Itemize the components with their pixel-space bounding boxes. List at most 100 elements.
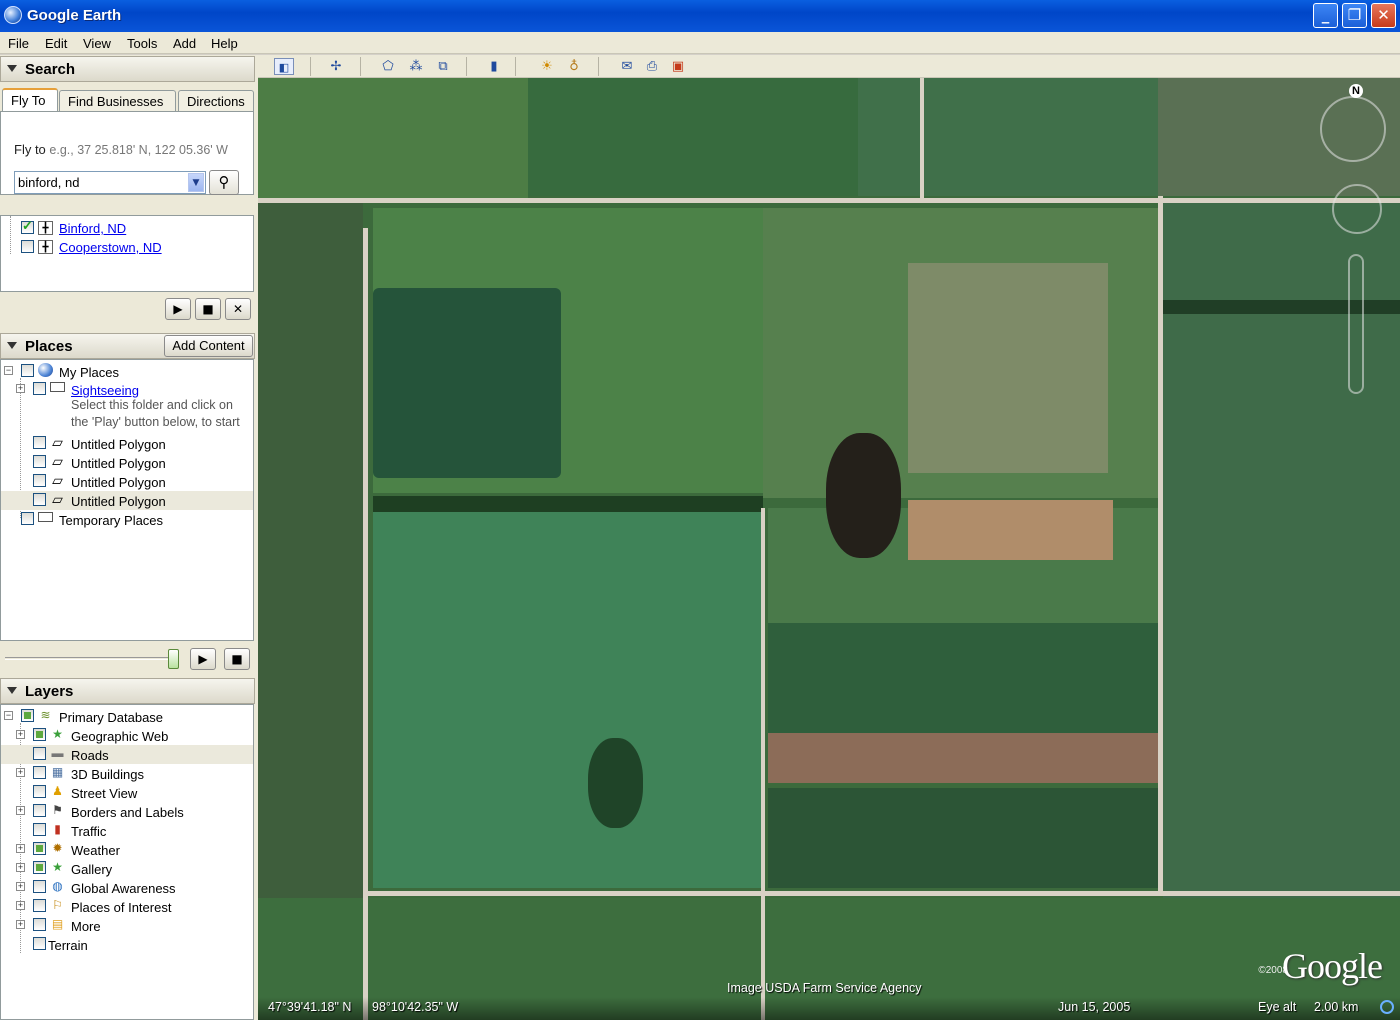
menu-file[interactable]: File [8,36,29,51]
layer-checkbox[interactable] [33,899,46,912]
expand-icon[interactable]: + [16,768,25,777]
tree-item-polygon[interactable]: ▱ Untitled Polygon [1,472,251,491]
layer-item-borders-and-labels[interactable]: + ⚑ Borders and Labels [1,802,253,821]
zoom-slider[interactable] [1348,254,1364,394]
look-joystick[interactable] [1332,184,1382,234]
expand-icon[interactable]: + [16,863,25,872]
tab-directions[interactable]: Directions [178,90,254,112]
minimize-button[interactable]: _ [1313,3,1338,28]
add-polygon-icon[interactable]: ⬠ [378,58,398,75]
expand-icon[interactable]: + [16,901,25,910]
tour-speed-slider[interactable] [168,649,179,669]
menu-help[interactable]: Help [211,36,238,51]
tree-checkbox[interactable] [33,436,46,449]
stop-button[interactable]: ■ [224,648,250,670]
tree-checkbox[interactable] [21,512,34,525]
tree-item-sightseeing[interactable]: + Sightseeing [1,380,251,399]
layers-panel-header[interactable]: Layers [0,678,255,704]
layer-checkbox[interactable] [33,766,46,779]
view-in-google-maps-icon[interactable]: ▣ [668,58,688,75]
layer-item-3d-buildings[interactable]: + ▦ 3D Buildings [1,764,253,783]
layer-item-roads[interactable]: ▬ Roads [1,745,253,764]
tree-item-my-places[interactable]: − My Places [1,362,251,381]
tree-item-polygon[interactable]: ▱ Untitled Polygon [1,434,251,453]
layer-item-more[interactable]: + ▤ More [1,916,253,935]
menu-view[interactable]: View [83,36,111,51]
layer-item-places-of-interest[interactable]: + ⚐ Places of Interest [1,897,253,916]
menu-tools[interactable]: Tools [127,36,157,51]
layer-checkbox[interactable] [33,823,46,836]
add-image-overlay-icon[interactable]: ⧉ [433,58,453,75]
add-placemark-icon[interactable]: ✢ [326,58,346,75]
result-checkbox[interactable] [21,218,34,234]
layer-checkbox[interactable] [33,937,46,950]
expand-icon[interactable]: + [16,844,25,853]
layer-checkbox[interactable] [33,804,46,817]
layer-checkbox[interactable] [33,861,46,874]
layer-item-primary-database[interactable]: − ≋ Primary Database [1,707,253,726]
expand-icon[interactable]: + [16,730,25,739]
menu-edit[interactable]: Edit [45,36,67,51]
expand-icon[interactable]: + [16,806,25,815]
menu-add[interactable]: Add [173,36,196,51]
clear-results-button[interactable]: ✕ [225,298,251,320]
result-checkbox[interactable] [21,240,34,253]
collapse-icon[interactable]: − [4,366,13,375]
play-tour-button[interactable]: ▶ [190,648,216,670]
search-panel-header[interactable]: Search [0,56,255,82]
fly-to-combobox[interactable]: ▼ [14,171,206,194]
layer-checkbox[interactable] [33,918,46,931]
layer-item-street-view[interactable]: ♟ Street View [1,783,253,802]
close-button[interactable]: ✕ [1371,3,1396,28]
expand-icon[interactable]: + [16,384,25,393]
collapse-triangle-icon[interactable] [7,65,17,72]
stop-button[interactable]: ■ [195,298,221,320]
tree-item-link[interactable]: Sightseeing [71,383,139,398]
maximize-button[interactable]: ❐ [1342,3,1367,28]
tab-fly-to[interactable]: Fly To [2,88,58,112]
layer-item-terrain[interactable]: Terrain [1,935,253,954]
tree-checkbox[interactable] [33,382,46,395]
layer-checkbox[interactable] [33,747,46,760]
result-link[interactable]: Binford, ND [59,221,126,236]
tree-checkbox[interactable] [21,364,34,377]
tab-find-businesses[interactable]: Find Businesses [59,90,176,112]
tree-item-polygon[interactable]: ▱ Untitled Polygon [1,453,251,472]
tree-checkbox[interactable] [33,455,46,468]
result-link[interactable]: Cooperstown, ND [59,240,162,255]
collapse-triangle-icon[interactable] [7,342,17,349]
expand-icon[interactable]: + [16,882,25,891]
collapse-triangle-icon[interactable] [7,687,17,694]
print-icon[interactable]: ⎙ [642,58,662,75]
tree-checkbox[interactable] [33,474,46,487]
search-button[interactable]: ⚲ [209,170,239,195]
add-path-icon[interactable]: ⁂ [406,58,426,75]
layer-item-traffic[interactable]: ▮ Traffic [1,821,253,840]
sunlight-icon[interactable]: ☀ [537,58,557,75]
layer-checkbox[interactable] [33,728,46,741]
tree-item-polygon-selected[interactable]: ▱ Untitled Polygon [1,491,253,510]
sky-planet-icon[interactable]: ♁ [564,58,584,75]
play-tour-button[interactable]: ▶ [165,298,191,320]
layer-item-weather[interactable]: + ✹ Weather [1,840,253,859]
layer-checkbox[interactable] [33,842,46,855]
layer-item-gallery[interactable]: + ★ Gallery [1,859,253,878]
layer-checkbox[interactable] [33,785,46,798]
ruler-icon[interactable]: ▮ [484,58,504,75]
sidebar-toggle-icon[interactable]: ◧ [274,58,294,75]
chevron-down-icon[interactable]: ▼ [188,173,204,192]
email-icon[interactable]: ✉ [617,58,637,75]
layer-item-global-awareness[interactable]: + ◍ Global Awareness [1,878,253,897]
north-indicator[interactable]: N [1349,84,1363,98]
fly-to-input[interactable] [18,174,188,191]
list-item[interactable]: ╋ Cooperstown, ND [1,239,251,258]
tree-item-temporary-places[interactable]: Temporary Places [1,510,251,529]
layer-item-geographic-web[interactable]: + ★ Geographic Web [1,726,253,745]
layer-checkbox[interactable] [21,709,34,722]
layer-checkbox[interactable] [33,880,46,893]
compass-ring[interactable] [1320,96,1386,162]
earth-3d-view[interactable]: N Image USDA Farm Service Agency ©2008 G… [258,78,1400,1020]
tree-checkbox[interactable] [33,493,46,506]
expand-icon[interactable]: + [16,920,25,929]
collapse-icon[interactable]: − [4,711,13,720]
